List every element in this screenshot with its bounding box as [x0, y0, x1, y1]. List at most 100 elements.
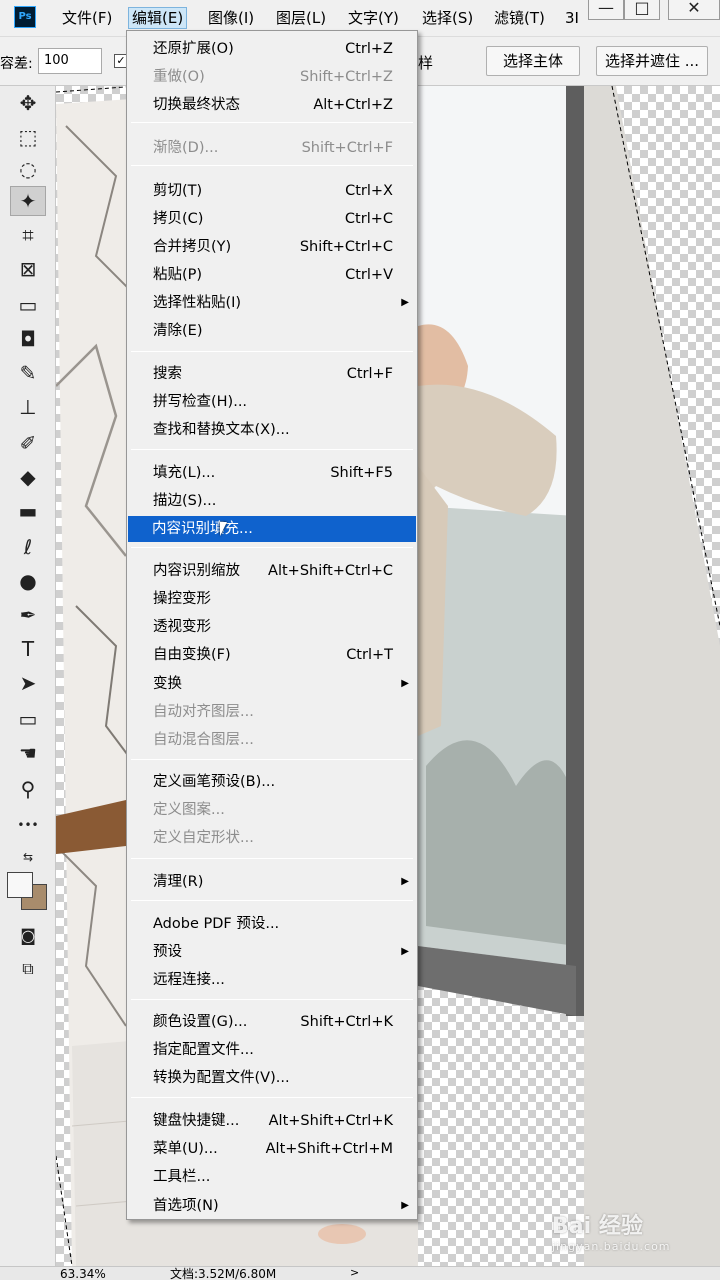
patch-tool-icon[interactable]: ◘ [10, 324, 46, 354]
swap-colors-icon[interactable]: ⇆ [10, 842, 46, 872]
submenu-arrow-icon: ▶ [401, 946, 409, 957]
zoom-tool-icon[interactable]: ⚲ [10, 774, 46, 804]
edit-menu-item[interactable]: 拷贝(C) Ctrl+C [129, 206, 415, 232]
edit-menu-item[interactable]: 内容识别填充... [128, 516, 416, 542]
status-chevron-icon[interactable]: > [350, 1267, 359, 1279]
edit-menu-item[interactable]: 渐隐(D)... Shift+Ctrl+F [129, 135, 415, 161]
menu-item-label: 查找和替换文本(X)... [153, 422, 290, 438]
tolerance-label: 容差: [0, 56, 33, 72]
edit-menu-item[interactable]: 首选项(N) ▶ [129, 1193, 415, 1219]
menu-item-label: 描边(S)... [153, 493, 217, 509]
magic-wand-tool-icon[interactable]: ✦ [10, 186, 46, 216]
edit-menu-item[interactable]: 工具栏... [129, 1164, 415, 1190]
menu-separator [131, 547, 413, 548]
type-tool-icon[interactable]: T [10, 634, 46, 664]
close-button[interactable]: ✕ [668, 0, 720, 20]
photoshop-logo-icon[interactable]: Ps [14, 6, 36, 28]
menu-item-label: 键盘快捷键... [153, 1113, 240, 1129]
edit-menu-item[interactable]: 内容识别缩放 Alt+Shift+Ctrl+C [129, 558, 415, 584]
menu-item-shortcut: Alt+Shift+Ctrl+K [268, 1113, 393, 1129]
menu-type[interactable]: 文字(Y) [348, 8, 399, 30]
gradient-tool-icon[interactable]: ▬ [10, 496, 46, 526]
edit-menu-item[interactable]: 剪切(T) Ctrl+X [129, 178, 415, 204]
frame-tool-icon[interactable]: ⊠ [10, 254, 46, 284]
crop-tool-icon[interactable]: ⌗ [10, 220, 46, 250]
menu-separator [131, 999, 413, 1000]
edit-menu-item[interactable]: 自动混合图层... [129, 727, 415, 753]
edit-menu-item[interactable]: 重做(O) Shift+Ctrl+Z [129, 64, 415, 90]
screen-mode-icon[interactable]: ⧉ [10, 954, 46, 984]
zoom-level[interactable]: 63.34% [60, 1268, 106, 1280]
edit-menu-item[interactable]: 定义图案... [129, 797, 415, 823]
menu-item-shortcut: Ctrl+X [345, 183, 393, 199]
edit-menu-item[interactable]: 菜单(U)... Alt+Shift+Ctrl+M [129, 1136, 415, 1162]
edit-menu-item[interactable]: 清理(R) ▶ [129, 869, 415, 895]
edit-menu-item[interactable]: 清除(E) [129, 318, 415, 344]
edit-menu-item[interactable]: 合并拷贝(Y) Shift+Ctrl+C [129, 234, 415, 260]
edit-menu-item[interactable]: 转换为配置文件(V)... [129, 1065, 415, 1091]
edit-menu-item[interactable]: 粘贴(P) Ctrl+V [129, 262, 415, 288]
menu-filter[interactable]: 滤镜(T) [494, 8, 545, 30]
hand-tool-icon[interactable]: ☚ [10, 738, 46, 768]
edit-menu-item[interactable]: 定义画笔预设(B)... [129, 769, 415, 795]
menu-file[interactable]: 文件(F) [62, 8, 112, 30]
edit-menu-item[interactable]: 预设 ▶ [129, 939, 415, 965]
menu-item-shortcut: Alt+Shift+Ctrl+C [268, 563, 393, 579]
menu-item-label: 剪切(T) [153, 183, 203, 199]
path-selection-tool-icon[interactable]: ➤ [10, 668, 46, 698]
stamp-tool-icon[interactable]: ⊥ [10, 392, 46, 422]
menu-3d[interactable]: 3I [565, 8, 579, 30]
menu-item-label: 转换为配置文件(V)... [153, 1070, 290, 1086]
blur-tool-icon[interactable]: ℓ [10, 532, 46, 562]
brush-tool-icon[interactable]: ✎ [10, 358, 46, 388]
edit-menu-item[interactable]: Adobe PDF 预设... [129, 911, 415, 937]
edit-menu-item[interactable]: 定义自定形状... [129, 825, 415, 851]
edit-menu-item[interactable]: 切换最终状态 Alt+Ctrl+Z [129, 92, 415, 118]
edit-menu-item[interactable]: 操控变形 [129, 586, 415, 612]
menu-image[interactable]: 图像(I) [208, 8, 254, 30]
edit-menu-item[interactable]: 描边(S)... [129, 488, 415, 514]
select-subject-button[interactable]: 选择主体 [486, 46, 580, 76]
edit-menu-item[interactable]: 搜索 Ctrl+F [129, 361, 415, 387]
marquee-tool-icon[interactable]: ⬚ [10, 122, 46, 152]
menu-item-label: 远程连接... [153, 972, 225, 988]
edit-menu-item[interactable]: 拼写检查(H)... [129, 389, 415, 415]
edit-menu-item[interactable]: 填充(L)... Shift+F5 [129, 460, 415, 486]
rectangle-tool-icon[interactable]: ▭ [10, 704, 46, 734]
dodge-tool-icon[interactable]: ● [10, 566, 46, 596]
eraser-tool-icon[interactable]: ◆ [10, 462, 46, 492]
history-brush-tool-icon[interactable]: ✐ [10, 428, 46, 458]
edit-menu-item[interactable]: 颜色设置(G)... Shift+Ctrl+K [129, 1009, 415, 1035]
menu-layer[interactable]: 图层(L) [276, 8, 326, 30]
edit-menu-item[interactable]: 选择性粘贴(I) ▶ [129, 290, 415, 316]
quick-mask-icon[interactable]: ◙ [10, 920, 46, 950]
edit-menu-item[interactable]: 变换 ▶ [129, 671, 415, 697]
edit-menu-item[interactable]: 透视变形 [129, 614, 415, 640]
more-tools-icon[interactable]: ••• [10, 810, 46, 840]
foreground-color-swatch[interactable] [7, 872, 33, 898]
select-and-mask-button[interactable]: 选择并遮住 ... [596, 46, 708, 76]
edit-menu-item[interactable]: 远程连接... [129, 967, 415, 993]
edit-menu-item[interactable]: 还原扩展(O) Ctrl+Z [129, 36, 415, 62]
edit-menu-item[interactable]: 查找和替换文本(X)... [129, 417, 415, 443]
menu-select[interactable]: 选择(S) [422, 8, 473, 30]
status-bar: 63.34% 文档:3.52M/6.80M > [0, 1266, 720, 1280]
menu-separator [131, 122, 413, 123]
submenu-arrow-icon: ▶ [401, 678, 409, 689]
edit-menu-item[interactable]: 自由变换(F) Ctrl+T [129, 642, 415, 668]
edit-menu-item[interactable]: 自动对齐图层... [129, 699, 415, 725]
edit-menu-item[interactable]: 指定配置文件... [129, 1037, 415, 1063]
maximize-button[interactable]: □ [624, 0, 660, 20]
tolerance-input[interactable]: 100 [38, 48, 102, 74]
move-tool-icon[interactable]: ✥ [10, 88, 46, 118]
lasso-tool-icon[interactable]: ◌ [10, 154, 46, 184]
menu-edit[interactable]: 编辑(E) [128, 7, 188, 29]
menu-item-label: 自由变换(F) [153, 647, 231, 663]
menu-item-shortcut: Shift+Ctrl+C [299, 239, 393, 255]
ruler-tool-icon[interactable]: ▭ [10, 290, 46, 320]
edit-menu-item[interactable]: 键盘快捷键... Alt+Shift+Ctrl+K [129, 1108, 415, 1134]
minimize-button[interactable]: — [588, 0, 624, 20]
pen-tool-icon[interactable]: ✒ [10, 600, 46, 630]
menu-item-label: 搜索 [153, 366, 182, 382]
menu-separator [131, 900, 413, 901]
